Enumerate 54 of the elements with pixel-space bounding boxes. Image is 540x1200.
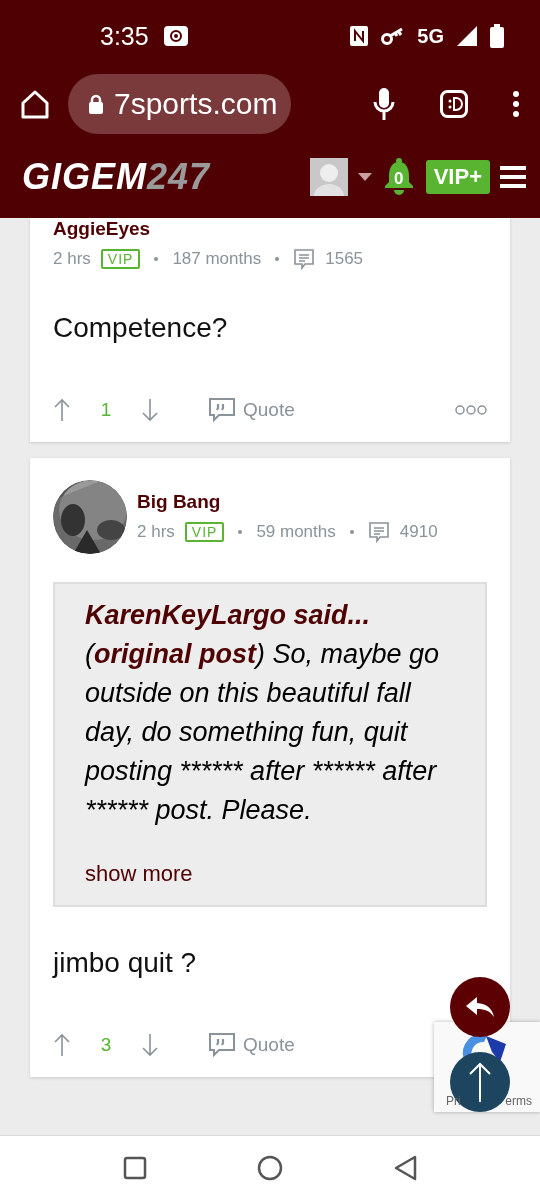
up-arrow-icon (468, 1062, 492, 1102)
post-count: 4910 (399, 522, 438, 542)
user-avatar-icon[interactable] (309, 158, 348, 196)
author-name[interactable]: AggieEyes (53, 218, 364, 240)
recent-apps-icon[interactable] (123, 1156, 147, 1180)
menu-icon[interactable] (500, 166, 526, 188)
home-icon[interactable] (20, 89, 50, 119)
post-text: Competence? (53, 312, 229, 344)
lock-icon (88, 94, 104, 114)
quote-bubble-icon (209, 1033, 235, 1057)
downvote-arrow-icon[interactable] (141, 398, 159, 422)
post-text: jimbo quit ? (53, 947, 198, 979)
post-time: 2 hrs (137, 522, 175, 542)
vote-count: 3 (99, 1034, 113, 1056)
recaptcha-privacy-text[interactable]: Pri (446, 1094, 461, 1108)
caret-icon[interactable] (357, 173, 372, 181)
home-button-icon[interactable] (257, 1155, 283, 1181)
post-time: 2 hrs (53, 249, 91, 269)
back-icon[interactable] (393, 1155, 417, 1181)
battery-icon (490, 24, 504, 48)
upvote-arrow-icon[interactable] (53, 1033, 71, 1057)
downvote-arrow-icon[interactable] (141, 1033, 159, 1057)
quote-text: (original post) So, maybe go outside on this beautiful fall day, do something fun, quit posting ****** after ****** after ****** post. Please. (85, 638, 441, 827)
nfc-icon (349, 25, 370, 47)
separator-dot (238, 530, 243, 534)
quote-author: KarenKeyLargo said... (85, 599, 372, 632)
upvote-arrow-icon[interactable] (53, 398, 71, 422)
post-count: 1565 (325, 249, 364, 269)
quote-bubble-icon (209, 398, 235, 422)
separator-dot (275, 257, 280, 261)
separator-dot (349, 530, 354, 534)
separator-dot (154, 257, 159, 261)
vote-count: 1 (99, 399, 113, 421)
screen-record-icon (162, 25, 189, 47)
quote-button[interactable]: Quote (209, 1033, 295, 1057)
comment-icon (367, 521, 390, 543)
recaptcha-terms-text[interactable]: erms (505, 1094, 532, 1108)
membership-length: 187 months (172, 249, 262, 269)
network-type: 5G (417, 24, 444, 48)
address-bar[interactable]: 7sports.com (68, 74, 292, 134)
vip-badge: VIP (184, 522, 225, 542)
more-options-icon[interactable] (512, 90, 520, 118)
show-more-link[interactable]: show more (85, 854, 193, 893)
vip-badge: VIP (100, 249, 141, 269)
author-name[interactable]: Big Bang (137, 491, 438, 513)
membership-length: 59 months (256, 522, 336, 542)
quote-button[interactable]: Quote (209, 398, 295, 422)
signal-icon (456, 25, 478, 47)
reply-arrow-icon (465, 996, 495, 1018)
microphone-icon[interactable] (372, 87, 396, 121)
clock-time: 3:35 (100, 21, 149, 51)
emoji-tab-icon[interactable] (440, 90, 468, 118)
site-logo[interactable]: GIGEM247 (22, 156, 211, 198)
comment-icon (293, 248, 316, 270)
